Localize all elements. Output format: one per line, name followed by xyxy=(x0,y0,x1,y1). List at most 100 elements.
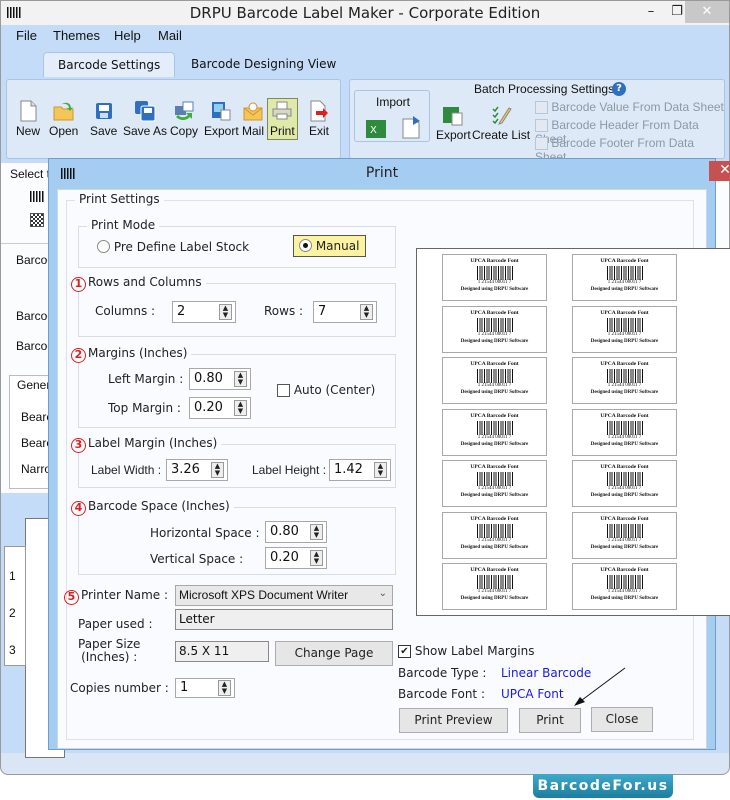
menu-file[interactable]: File xyxy=(16,28,37,43)
checkbox[interactable] xyxy=(535,101,548,115)
top-margin-label: Top Margin : xyxy=(108,401,181,415)
label-header: UPCA Barcode Font xyxy=(470,258,519,264)
toolbar-print-button[interactable]: Print xyxy=(267,98,298,140)
label-width-spinner[interactable]: 3.26 ▲ ▼ xyxy=(166,459,228,481)
label-number: 1 21544 00011 7 xyxy=(607,280,642,285)
preview-label-card: UPCA Barcode Font 1 21544 00011 7 Designed… xyxy=(442,408,547,456)
copy-icon xyxy=(175,101,194,120)
toolbar-save-button[interactable]: Save xyxy=(90,100,117,138)
batch-export-button[interactable]: Export xyxy=(436,104,471,142)
horizontal-space-spinner[interactable]: 0.80 ▲ ▼ xyxy=(265,521,327,543)
import-excel-icon[interactable]: X xyxy=(365,119,387,139)
checkbox[interactable] xyxy=(277,384,290,397)
minimize-button[interactable]: – xyxy=(637,1,665,23)
top-margin-spinner[interactable]: 0.20 ▲ ▼ xyxy=(189,397,251,419)
label-number: 1 21544 00011 7 xyxy=(477,383,512,388)
spinner-arrows-icon[interactable]: ▲ ▼ xyxy=(218,680,231,696)
import-document-icon[interactable] xyxy=(401,115,423,139)
barcode-space-group: 4 Barcode Space (Inches) Horizontal Space… xyxy=(67,499,396,575)
menu-mail[interactable]: Mail xyxy=(158,28,182,43)
spinner-value: 0.80 xyxy=(194,371,223,386)
spinner-arrows-icon[interactable]: ▲ ▼ xyxy=(219,304,232,320)
print-preview-button[interactable]: Print Preview xyxy=(399,708,508,733)
toolbar-copy-button[interactable]: Copy xyxy=(170,100,198,138)
checkbox-label: Show Label Margins xyxy=(414,644,535,658)
legend-text: Label Margin (Inches) xyxy=(88,436,218,450)
toolbar-open-button[interactable]: Open xyxy=(49,100,78,138)
preview-label-card: UPCA Barcode Font 1 21544 00011 7 Designed… xyxy=(442,357,547,404)
menu-help[interactable]: Help xyxy=(114,28,141,43)
toolbar-label: Print xyxy=(270,124,295,138)
spinner-arrows-icon[interactable]: ▲ ▼ xyxy=(374,462,387,478)
batch-processing-group: Import X Batch Processing Settings ? Exp… xyxy=(349,79,725,164)
toolbar-exit-button[interactable]: Exit xyxy=(308,100,330,138)
label-header: UPCA Barcode Font xyxy=(600,567,649,573)
barcode-font-label: Barcode Font : xyxy=(398,687,485,701)
margins-group: 2 Margins (Inches) Left Margin : 0.80 ▲ ▼ T… xyxy=(67,346,396,428)
label-header: UPCA Barcode Font xyxy=(470,515,519,522)
preview-label-card: UPCA Barcode Font 1 21544 00011 7 Designed… xyxy=(442,305,547,353)
barcode-bars xyxy=(476,266,513,280)
ruler-tick-label: 1 xyxy=(9,569,16,583)
legend-text: Margins (Inches) xyxy=(88,346,188,360)
batch-option-value[interactable]: Barcode Value From Data Sheet xyxy=(535,100,724,115)
print-button[interactable]: Print xyxy=(519,708,581,733)
spinner-arrows-icon[interactable]: ▲ ▼ xyxy=(234,400,247,416)
step-number-badge: 5 xyxy=(64,590,79,605)
label-height-spinner[interactable]: 1.42 ▲ ▼ xyxy=(329,459,391,481)
label-footer: Designed using DRPU Software xyxy=(590,287,659,292)
copies-spinner[interactable]: 1 ▲ ▼ xyxy=(175,678,235,698)
step-number-badge: 2 xyxy=(71,348,86,363)
left-margin-label: Left Margin : xyxy=(108,372,184,386)
open-folder-icon xyxy=(53,102,74,121)
checkbox[interactable] xyxy=(535,137,548,151)
vertical-space-spinner[interactable]: 0.20 ▲ ▼ xyxy=(265,547,327,569)
printer-name-dropdown[interactable]: Microsoft XPS Document Writer ⌄ xyxy=(175,585,393,606)
spinner-arrows-icon[interactable]: ▲ ▼ xyxy=(234,371,247,387)
linear-barcode-icon[interactable] xyxy=(30,191,44,202)
preview-label-card: UPCA Barcode Font 1 21544 00011 7 Designed… xyxy=(572,408,677,456)
create-list-button[interactable]: Create List xyxy=(472,104,530,142)
close-window-button[interactable]: ✕ xyxy=(685,1,729,23)
close-button[interactable]: Close xyxy=(591,707,653,732)
title-bar: DRPU Barcode Label Maker - Corporate Edi… xyxy=(1,1,729,25)
dialog-body: Print Settings Print Mode Pre Define Lab… xyxy=(57,189,730,749)
radio-button-selected[interactable] xyxy=(299,239,312,252)
tab-barcode-settings[interactable]: Barcode Settings xyxy=(43,52,176,78)
toolbar-new-button[interactable]: New xyxy=(16,100,40,138)
menu-themes[interactable]: Themes xyxy=(53,28,100,43)
checkbox-label: Auto (Center) xyxy=(293,383,376,397)
label-number: 1 21544 00011 7 xyxy=(607,486,642,491)
tab-barcode-designing-view[interactable]: Barcode Designing View xyxy=(177,52,350,78)
label-footer: Designed using DRPU Software xyxy=(590,390,659,395)
toolbar-save-as-button[interactable]: Save As xyxy=(123,100,167,138)
preview-label-card: UPCA Barcode Font 1 21544 00011 7 Designed… xyxy=(442,563,547,610)
spinner-arrows-icon[interactable]: ▲ ▼ xyxy=(310,550,323,566)
spinner-arrows-icon[interactable]: ▲ ▼ xyxy=(211,462,224,478)
checkmark-icon[interactable]: ✔ xyxy=(398,645,411,658)
radio-button[interactable] xyxy=(97,240,110,253)
toolbar-export-button[interactable]: Export xyxy=(204,100,239,138)
columns-spinner[interactable]: 2 ▲ ▼ xyxy=(172,301,236,323)
barcode-font-value: UPCA Font xyxy=(501,687,564,701)
label-footer: Designed using DRPU Software xyxy=(460,287,529,292)
change-page-button[interactable]: Change Page xyxy=(275,641,393,666)
rows-spinner[interactable]: 7 ▲ ▼ xyxy=(313,301,377,323)
2d-barcode-icon[interactable] xyxy=(30,213,44,227)
show-label-margins-checkbox[interactable]: ✔ Show Label Margins xyxy=(398,644,534,658)
checkbox[interactable] xyxy=(535,119,548,133)
toolbar-label: Mail xyxy=(242,124,265,138)
barcode-bars xyxy=(476,420,513,435)
radio-pre-define-label-stock[interactable]: Pre Define Label Stock xyxy=(97,240,249,254)
spinner-arrows-icon[interactable]: ▲ ▼ xyxy=(310,524,323,540)
spinner-arrows-icon[interactable]: ▲ ▼ xyxy=(360,304,373,320)
spinner-value: 3.26 xyxy=(171,462,200,477)
help-icon[interactable]: ? xyxy=(612,82,626,96)
radio-manual[interactable]: Manual xyxy=(293,235,367,257)
auto-center-checkbox[interactable]: Auto (Center) xyxy=(277,383,375,397)
toolbar-mail-button[interactable]: Mail xyxy=(242,100,264,138)
toolbar-label: New xyxy=(16,124,41,138)
left-margin-spinner[interactable]: 0.80 ▲ ▼ xyxy=(189,368,251,390)
label-footer: Designed using DRPU Software xyxy=(590,544,659,550)
dialog-close-button[interactable]: ✕ xyxy=(709,161,730,181)
